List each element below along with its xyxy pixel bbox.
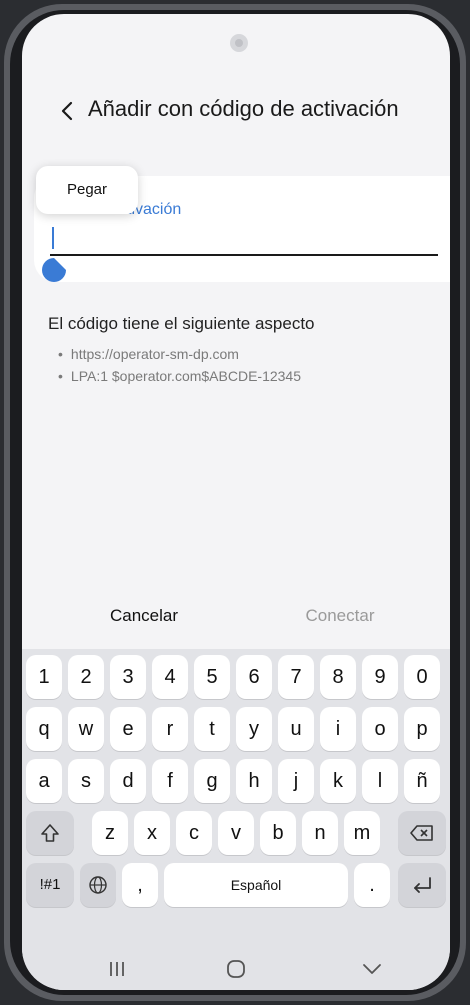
- text-cursor: [52, 227, 54, 249]
- header: Añadir con código de activación: [22, 96, 450, 126]
- key[interactable]: ñ: [404, 759, 440, 803]
- key[interactable]: h: [236, 759, 272, 803]
- key[interactable]: 7: [278, 655, 314, 699]
- key[interactable]: 5: [194, 655, 230, 699]
- key[interactable]: a: [26, 759, 62, 803]
- hint-example: • https://operator-sm-dp.com: [58, 346, 239, 362]
- hint-heading: El código tiene el siguiente aspecto: [48, 314, 315, 333]
- nav-back-icon[interactable]: [358, 957, 386, 981]
- key[interactable]: g: [194, 759, 230, 803]
- keyboard-row-numbers: 1 2 3 4 5 6 7 8 9 0: [22, 655, 450, 707]
- key[interactable]: z: [92, 811, 128, 855]
- key[interactable]: f: [152, 759, 188, 803]
- backspace-icon: [410, 825, 433, 841]
- key[interactable]: p: [404, 707, 440, 751]
- key[interactable]: 4: [152, 655, 188, 699]
- keyboard: 1 2 3 4 5 6 7 8 9 0 q w e r t y u i o p …: [22, 649, 450, 949]
- paste-button[interactable]: Pegar: [36, 166, 138, 214]
- symbols-key[interactable]: !#1: [26, 863, 74, 907]
- key[interactable]: j: [278, 759, 314, 803]
- language-key[interactable]: [80, 863, 116, 907]
- key[interactable]: v: [218, 811, 254, 855]
- action-bar: Cancelar Conectar: [22, 606, 450, 636]
- space-key[interactable]: Español: [164, 863, 348, 907]
- page-title: Añadir con código de activación: [88, 96, 399, 121]
- home-icon[interactable]: [222, 957, 250, 981]
- key[interactable]: x: [134, 811, 170, 855]
- key[interactable]: r: [152, 707, 188, 751]
- key[interactable]: m: [344, 811, 380, 855]
- key[interactable]: t: [194, 707, 230, 751]
- shift-icon: [41, 824, 59, 842]
- cancel-button[interactable]: Cancelar: [84, 606, 204, 626]
- globe-icon: [89, 876, 107, 894]
- key[interactable]: b: [260, 811, 296, 855]
- period-key[interactable]: .: [354, 863, 390, 907]
- keyboard-row-bottom: !#1 , Español .: [22, 863, 450, 915]
- key[interactable]: n: [302, 811, 338, 855]
- key[interactable]: l: [362, 759, 398, 803]
- hint-example: • LPA:1 $operator.com$ABCDE-12345: [58, 368, 302, 384]
- keyboard-row-zxcv: z x c v b n m: [22, 811, 450, 863]
- key[interactable]: 1: [26, 655, 62, 699]
- key[interactable]: k: [320, 759, 356, 803]
- keyboard-row-asdf: a s d f g h j k l ñ: [22, 759, 450, 811]
- key[interactable]: c: [176, 811, 212, 855]
- key[interactable]: 0: [404, 655, 440, 699]
- key[interactable]: u: [278, 707, 314, 751]
- screen: Añadir con código de activación ctivació…: [22, 14, 450, 990]
- key[interactable]: d: [110, 759, 146, 803]
- shift-key[interactable]: [26, 811, 74, 855]
- comma-key[interactable]: ,: [122, 863, 158, 907]
- key[interactable]: w: [68, 707, 104, 751]
- key[interactable]: 6: [236, 655, 272, 699]
- keyboard-row-qwerty: q w e r t y u i o p: [22, 707, 450, 759]
- navigation-bar: [22, 949, 450, 990]
- key[interactable]: 3: [110, 655, 146, 699]
- enter-icon: [414, 877, 431, 893]
- key[interactable]: i: [320, 707, 356, 751]
- key[interactable]: 8: [320, 655, 356, 699]
- key[interactable]: s: [68, 759, 104, 803]
- key[interactable]: o: [362, 707, 398, 751]
- key[interactable]: y: [236, 707, 272, 751]
- cursor-handle-icon[interactable]: [42, 258, 66, 282]
- camera-icon: [230, 34, 248, 52]
- key[interactable]: q: [26, 707, 62, 751]
- key[interactable]: 9: [362, 655, 398, 699]
- recents-icon[interactable]: [104, 957, 130, 981]
- paste-popup[interactable]: Pegar: [36, 166, 138, 214]
- backspace-key[interactable]: [398, 811, 446, 855]
- key[interactable]: e: [110, 707, 146, 751]
- key[interactable]: 2: [68, 655, 104, 699]
- connect-button[interactable]: Conectar: [280, 606, 400, 626]
- activation-code-input[interactable]: [50, 254, 438, 256]
- chevron-left-icon[interactable]: [56, 98, 80, 124]
- enter-key[interactable]: [398, 863, 446, 907]
